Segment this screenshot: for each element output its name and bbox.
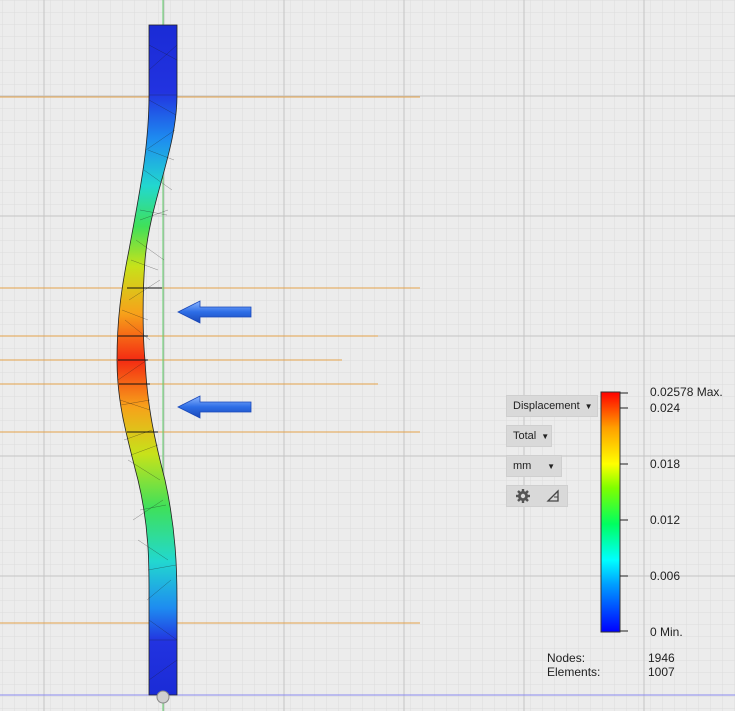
elements-label: Elements: bbox=[547, 665, 601, 679]
legend-tick-label: 0.018 bbox=[650, 457, 681, 471]
result-type-label: Displacement bbox=[513, 400, 580, 412]
component-dropdown[interactable]: Total ▼ bbox=[506, 425, 552, 447]
elements-value: 1007 bbox=[648, 665, 675, 679]
simulation-viewport[interactable] bbox=[0, 0, 735, 711]
legend-tools bbox=[506, 485, 568, 507]
chevron-down-icon: ▼ bbox=[541, 431, 550, 441]
legend-tick-label: 0.012 bbox=[650, 513, 681, 527]
legend-tick-label: 0.024 bbox=[650, 401, 681, 415]
origin-marker bbox=[156, 690, 170, 704]
unit-dropdown[interactable]: mm ▼ bbox=[506, 455, 562, 477]
nodes-label: Nodes: bbox=[547, 651, 586, 665]
color-legend-bar bbox=[600, 391, 621, 633]
legend-max-label: 0.02578 Max. bbox=[650, 385, 723, 399]
legend-min-label: 0 Min. bbox=[650, 625, 683, 639]
component-label: Total bbox=[513, 430, 537, 442]
nodes-value: 1946 bbox=[648, 651, 675, 665]
result-type-dropdown[interactable]: Displacement ▼ bbox=[506, 395, 598, 417]
chevron-down-icon: ▼ bbox=[547, 461, 555, 471]
chevron-down-icon: ▼ bbox=[584, 401, 593, 411]
triangle-probe-icon[interactable] bbox=[545, 489, 560, 503]
gear-icon[interactable] bbox=[515, 488, 531, 504]
grid-minor bbox=[0, 0, 735, 711]
legend-tick-label: 0.006 bbox=[650, 569, 681, 583]
unit-label: mm bbox=[513, 460, 532, 472]
